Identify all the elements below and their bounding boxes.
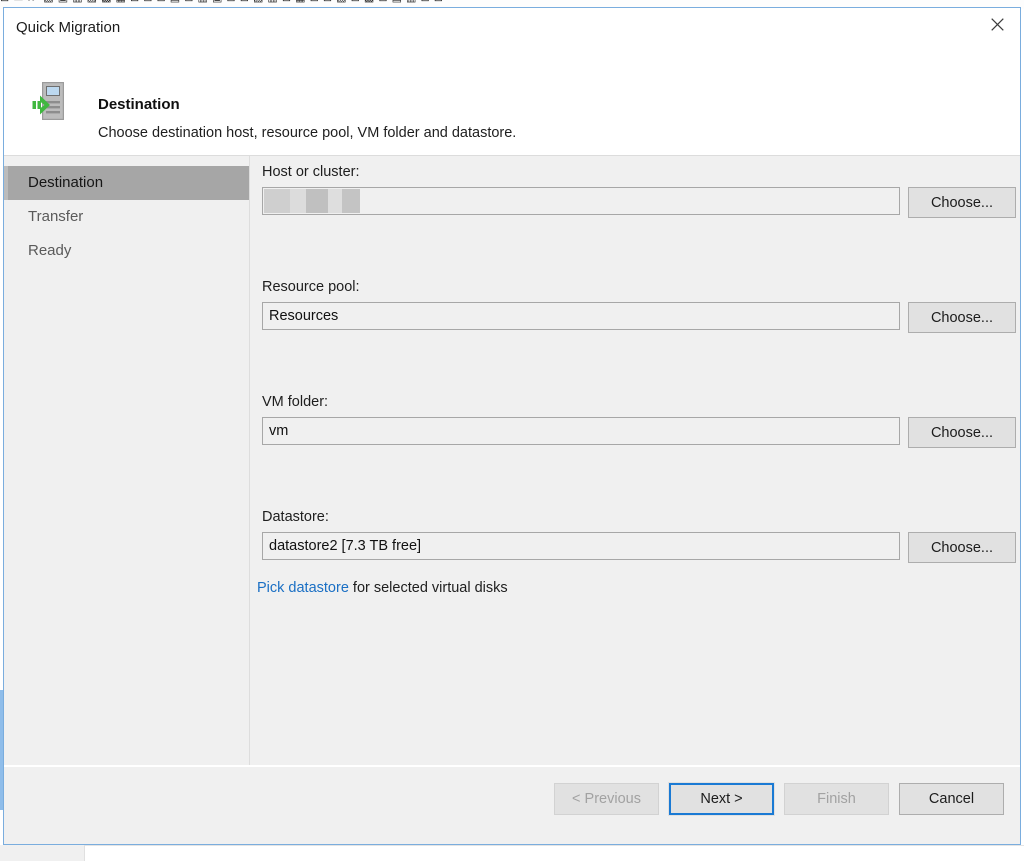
destination-form: Host or cluster: Choose... Resource pool… (249, 156, 1020, 765)
sidebar-item-ready[interactable]: Ready (4, 234, 249, 268)
vm-folder-input[interactable]: vm (262, 417, 900, 445)
sidebar-item-destination[interactable]: Destination (4, 166, 249, 200)
sidebar-item-transfer[interactable]: Transfer (4, 200, 249, 234)
server-migrate-icon (26, 77, 74, 125)
datastore-input[interactable]: datastore2 [7.3 TB free] (262, 532, 900, 560)
choose-vm-folder-button[interactable]: Choose... (908, 417, 1016, 448)
vm-folder-label: VM folder: (262, 394, 329, 410)
resource-pool-input[interactable]: Resources (262, 302, 900, 330)
resource-pool-label: Resource pool: (262, 279, 360, 295)
close-icon[interactable] (974, 8, 1020, 40)
sidebar-item-label: Transfer (28, 208, 84, 225)
wizard-steps-sidebar: Destination Transfer Ready (4, 156, 250, 790)
field-group-vm-folder: VM folder: vm Choose... (262, 394, 1016, 448)
header-title: Destination (98, 96, 180, 113)
sidebar-item-label: Ready (28, 242, 72, 259)
field-group-datastore: Datastore: datastore2 [7.3 TB free] Choo… (262, 509, 1016, 563)
dialog-header: Destination Choose destination host, res… (4, 48, 1020, 156)
pick-datastore-link[interactable]: Pick datastore (257, 580, 349, 596)
dialog-body: Destination Transfer Ready Host or clust… (4, 156, 1020, 790)
dialog-footer: < Previous Next > Finish Cancel (4, 765, 1020, 844)
finish-button[interactable]: Finish (784, 783, 889, 815)
choose-resource-pool-button[interactable]: Choose... (908, 302, 1016, 333)
choose-datastore-button[interactable]: Choose... (908, 532, 1016, 563)
footer-button-bar: < Previous Next > Finish Cancel (554, 782, 1004, 816)
pick-datastore-line: Pick datastore for selected virtual disk… (257, 580, 508, 596)
header-subtitle: Choose destination host, resource pool, … (98, 125, 517, 141)
cancel-button[interactable]: Cancel (899, 783, 1004, 815)
redacted-value (264, 189, 360, 213)
previous-button[interactable]: < Previous (554, 783, 659, 815)
next-button[interactable]: Next > (668, 782, 775, 816)
field-group-host-or-cluster: Host or cluster: Choose... (262, 164, 1016, 218)
field-group-resource-pool: Resource pool: Resources Choose... (262, 279, 1016, 333)
sidebar-item-label: Destination (28, 174, 104, 191)
background-statusbar (0, 845, 1024, 862)
pick-datastore-suffix: for selected virtual disks (352, 580, 508, 596)
quick-migration-dialog: Quick Migration Destination Choose desti… (3, 7, 1021, 845)
dialog-titlebar: Quick Migration (4, 8, 1020, 48)
background-toolbar-glyphs: ⊞ ▭ ≫ ▧ ▣ ▥ ▨ ▩ ▦ ⊡ ⊞ ⊟ ▤ ⊠ ▥ ▣ ⊟ ⊞ ▨ ▥ … (0, 0, 443, 4)
background-statusbar-left-cell (0, 845, 85, 861)
host-or-cluster-input[interactable] (262, 187, 900, 215)
dialog-title: Quick Migration (16, 19, 121, 36)
choose-host-button[interactable]: Choose... (908, 187, 1016, 218)
host-or-cluster-label: Host or cluster: (262, 164, 360, 180)
datastore-label: Datastore: (262, 509, 329, 525)
